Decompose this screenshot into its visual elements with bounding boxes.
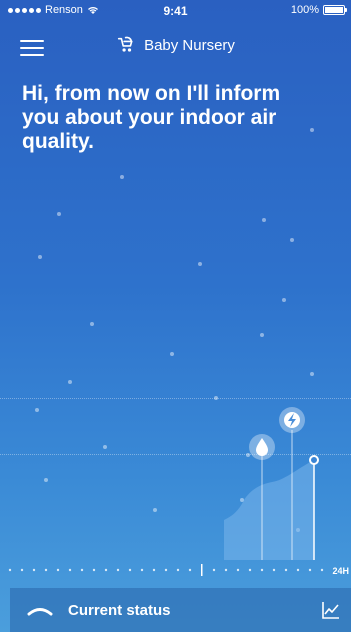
timeline-midpoint-tick [201, 564, 203, 576]
stroller-icon [117, 36, 133, 52]
status-bar: Renson 9:41 100% [0, 0, 351, 22]
battery-icon [323, 5, 347, 15]
app-screen: Renson 9:41 100% Baby Nursery Hi, from n… [0, 0, 351, 632]
chevron-up-icon[interactable] [26, 603, 54, 617]
current-status-label: Current status [68, 601, 171, 619]
current-value-point [309, 455, 319, 465]
axis-end-label: 24H [332, 566, 349, 576]
room-title[interactable]: Baby Nursery [0, 36, 351, 54]
room-name: Baby Nursery [144, 36, 235, 54]
lightning-icon [279, 407, 305, 433]
air-quality-chart [224, 407, 319, 560]
chart-area [224, 460, 314, 560]
humidity-drop-icon [249, 434, 275, 460]
line-graph-icon[interactable] [321, 600, 341, 620]
battery-percent: 100% [290, 4, 319, 16]
header: Baby Nursery [0, 28, 351, 68]
current-status-bar[interactable]: Current status [10, 588, 351, 632]
battery-group: 100% [290, 4, 347, 16]
welcome-message: Hi, from now on I'll inform you about yo… [22, 82, 281, 153]
timeline-axis[interactable] [0, 563, 351, 577]
